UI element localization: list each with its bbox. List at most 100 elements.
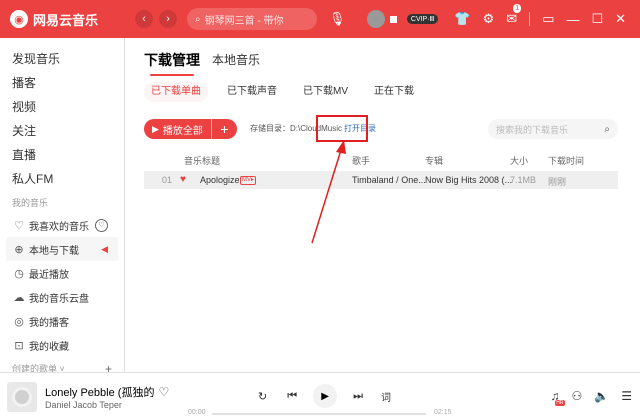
previous-track-icon[interactable]: ⏮: [287, 390, 297, 403]
download-icon: ⊕: [14, 243, 24, 256]
song-size: 7.1MB: [510, 175, 537, 185]
sidebar-item-label: 我的音乐云盘: [29, 293, 89, 305]
sidebar-item-label: 本地与下载: [29, 245, 79, 257]
header-artist[interactable]: 歌手: [352, 154, 370, 167]
next-track-icon[interactable]: ⏭: [353, 390, 363, 403]
back-button[interactable]: ‹: [135, 10, 153, 28]
album-cover[interactable]: [7, 382, 37, 412]
divider: [529, 12, 531, 26]
user-avatar[interactable]: [366, 10, 385, 28]
total-time: 02:15: [434, 409, 452, 416]
sidebar-item-liked[interactable]: ♡ 我喜欢的音乐 ♡: [6, 213, 118, 237]
window-controls: CVIP·Ⅲ 👕 ⚙ ✉ 1 ▭ — ☐ ✕: [366, 0, 632, 38]
netease-logo-icon: ◉: [10, 10, 28, 28]
song-artist[interactable]: Timbaland / One...: [352, 175, 426, 185]
cloud-icon: ☁: [13, 291, 25, 304]
header-album[interactable]: 专辑: [425, 154, 443, 167]
vip-badge[interactable]: CVIP·Ⅲ: [406, 14, 439, 24]
sidebar-item-live[interactable]: 直播: [0, 143, 124, 167]
forward-button[interactable]: ›: [159, 10, 177, 28]
download-search-input[interactable]: 搜索我的下载音乐 ⌕: [488, 119, 618, 139]
loop-mode-icon[interactable]: ↻: [258, 390, 267, 403]
username-mark[interactable]: [389, 15, 397, 23]
current-time: 00:00: [188, 409, 206, 416]
sidebar-item-video[interactable]: 视频: [0, 95, 124, 119]
page-title-tabs: 下载管理 本地音乐: [144, 50, 260, 76]
minimize-icon[interactable]: —: [566, 12, 579, 27]
now-playing-title[interactable]: Lonely Pebble (孤独的: [45, 384, 154, 400]
table-header: 音乐标题 歌手 专辑 大小 下载时间: [144, 154, 624, 170]
subtab-downloaded-songs[interactable]: 已下载单曲: [144, 82, 208, 102]
subtab-downloaded-sounds[interactable]: 已下载声音: [220, 82, 284, 102]
song-album[interactable]: Now Big Hits 2008 (...: [425, 175, 512, 185]
song-title: Apologize: [200, 175, 240, 185]
volume-icon[interactable]: 🔈: [594, 389, 609, 403]
search-icon: ⌕: [195, 13, 201, 25]
header-download-time[interactable]: 下载时间: [548, 154, 584, 167]
subtab-downloading[interactable]: 正在下载: [367, 82, 421, 102]
sidebar-item-podcast[interactable]: 播客: [0, 71, 124, 95]
listen-together-icon[interactable]: ⚇: [572, 389, 583, 403]
play-button[interactable]: ▶: [313, 384, 338, 408]
collect-icon: ⊡: [14, 339, 24, 352]
tshirt-skin-icon[interactable]: 👕: [454, 11, 470, 27]
now-playing-speaker-icon: ◀: [101, 243, 108, 254]
lyrics-button[interactable]: 词: [381, 389, 391, 404]
sidebar-item-cloud[interactable]: ☁ 我的音乐云盘: [6, 285, 118, 309]
header-title[interactable]: 音乐标题: [184, 154, 220, 167]
sidebar-item-fm[interactable]: 私人FM: [0, 167, 124, 191]
mail-icon[interactable]: ✉ 1: [506, 4, 522, 27]
search-input[interactable]: ⌕ 钢琴网三首 - 带你: [187, 8, 317, 30]
download-subtabs: 已下载单曲 已下载声音 已下载MV 正在下载: [144, 82, 433, 102]
play-all-label: 播放全部: [162, 125, 203, 137]
now-playing-artist[interactable]: Daniel Jacob Teper: [45, 400, 122, 410]
heart-mode-icon[interactable]: ♡: [95, 218, 108, 232]
liked-heart-icon[interactable]: ♥: [180, 174, 186, 185]
add-to-playlist-button[interactable]: +: [210, 119, 237, 139]
play-icon: ▶: [152, 123, 159, 134]
sidebar-item-label: 最近播放: [29, 269, 69, 281]
close-icon[interactable]: ✕: [615, 11, 626, 27]
tab-download-manager[interactable]: 下载管理: [144, 50, 200, 76]
mini-mode-icon[interactable]: ▭: [542, 11, 554, 27]
playback-controls: ↻ ⏮ ▶ ⏭ 词: [248, 384, 391, 408]
play-icon: ▶: [321, 390, 329, 402]
title-bar: ◉ 网易云音乐 ‹ › ⌕ 钢琴网三首 - 带你 🎙 CVIP·Ⅲ 👕 ⚙ ✉ 1…: [0, 0, 640, 38]
sidebar-item-label: 我喜欢的音乐: [29, 221, 89, 233]
search-placeholder: 钢琴网三首 - 带你: [204, 15, 284, 27]
tab-local-music[interactable]: 本地音乐: [212, 51, 260, 76]
sidebar-item-collect[interactable]: ⊡ 我的收藏: [6, 333, 118, 357]
like-heart-icon[interactable]: ♡: [158, 385, 169, 399]
subtab-downloaded-mv[interactable]: 已下载MV: [296, 82, 355, 102]
sidebar-item-my-podcast[interactable]: ◎ 我的播客: [6, 309, 118, 333]
sidebar-item-recent[interactable]: ◷ 最近播放: [6, 261, 118, 285]
table-row[interactable]: 01 ♥ Apologize MV▸ Timbaland / One... No…: [144, 171, 618, 189]
sound-quality-icon[interactable]: ♫ HR: [551, 389, 565, 406]
annotation-highlight-box: [316, 115, 368, 142]
playlist-icon[interactable]: ☰: [621, 389, 632, 403]
disc-icon: [12, 387, 32, 407]
progress-bar[interactable]: [212, 413, 426, 415]
main-content: 下载管理 本地音乐 已下载单曲 已下载声音 已下载MV 正在下载 ▶ 播放全部 …: [126, 38, 640, 372]
sidebar-item-local-download[interactable]: ⊕ 本地与下载 ◀: [6, 237, 118, 261]
header-size[interactable]: 大小: [510, 154, 528, 167]
gear-icon[interactable]: ⚙: [483, 11, 495, 27]
app-name: 网易云音乐: [33, 12, 99, 28]
microphone-icon[interactable]: 🎙: [329, 11, 346, 27]
sidebar-item-discover[interactable]: 发现音乐: [0, 47, 124, 71]
download-search-placeholder: 搜索我的下载音乐: [496, 124, 569, 135]
player-bar: Lonely Pebble (孤独的 ♡ Daniel Jacob Teper …: [0, 372, 640, 420]
now-playing-title-row: Lonely Pebble (孤独的 ♡: [45, 384, 169, 400]
player-right-controls: ♫ HR ⚇ 🔈 ☰: [539, 389, 632, 406]
play-all-button[interactable]: ▶ 播放全部: [144, 119, 211, 139]
quality-tag: HR: [555, 400, 565, 406]
heart-icon: ♡: [14, 219, 24, 232]
sidebar-item-follow[interactable]: 关注: [0, 119, 124, 143]
row-number: 01: [162, 175, 173, 185]
message-count-badge: 1: [513, 4, 522, 13]
sidebar-item-label: 我的收藏: [29, 341, 69, 353]
clock-icon: ◷: [14, 267, 24, 280]
maximize-icon[interactable]: ☐: [591, 11, 603, 27]
mv-badge[interactable]: MV▸: [240, 176, 257, 185]
app-logo[interactable]: ◉ 网易云音乐: [10, 10, 135, 29]
